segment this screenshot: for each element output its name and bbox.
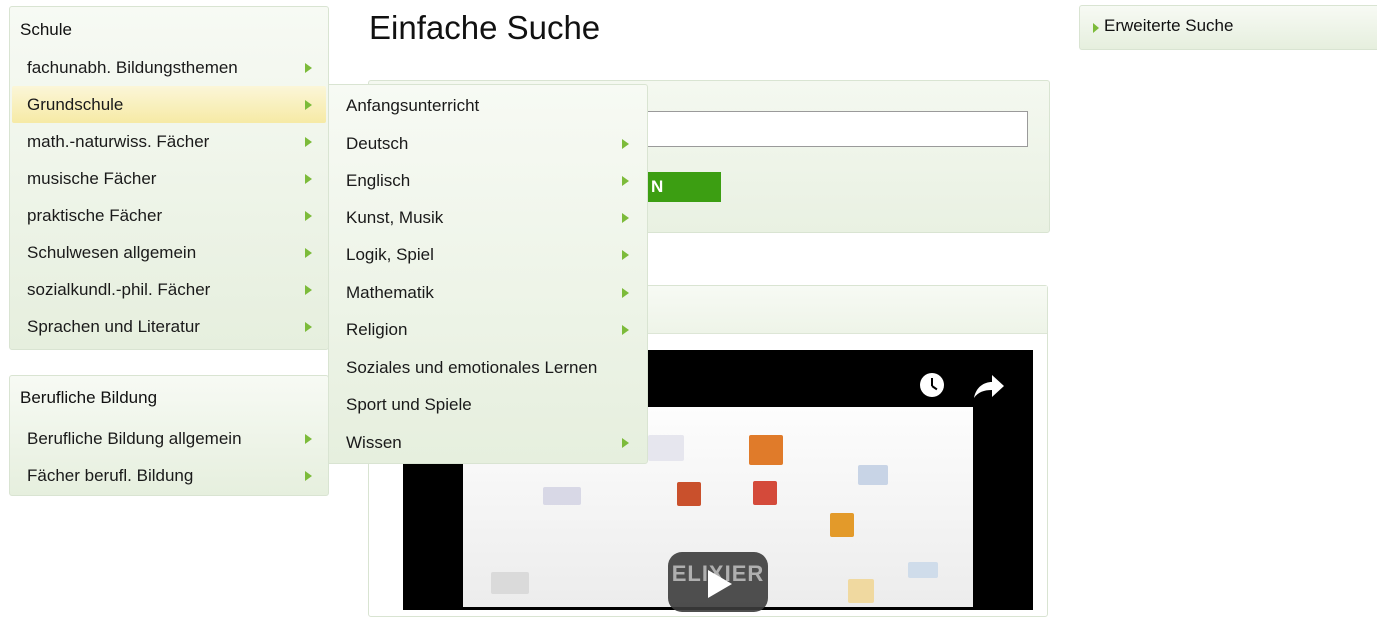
submenu-item-religion[interactable]: Religion xyxy=(329,311,647,348)
submenu-item-kunst-musik[interactable]: Kunst, Musik xyxy=(329,199,647,236)
submenu-item-label: Wissen xyxy=(346,433,402,452)
menu-item-label: Berufliche Bildung allgemein xyxy=(27,429,242,448)
arrow-right-icon xyxy=(1093,23,1099,33)
search-input[interactable] xyxy=(620,111,1028,147)
menu-item-praktische[interactable]: praktische Fächer xyxy=(10,197,328,234)
arrow-right-icon xyxy=(305,62,312,73)
arrow-right-icon xyxy=(622,212,629,223)
submenu-item-label: Soziales und emotionales Lernen xyxy=(346,358,598,377)
arrow-right-icon xyxy=(622,437,629,448)
menu-item-label: musische Fächer xyxy=(27,169,157,188)
menu-item-label: math.-naturwiss. Fächer xyxy=(27,132,210,151)
arrow-right-icon xyxy=(622,175,629,186)
submenu-item-label: Sport und Spiele xyxy=(346,395,472,414)
arrow-right-icon xyxy=(305,173,312,184)
advanced-search-link[interactable]: Erweiterte Suche xyxy=(1079,5,1377,50)
berufliche-panel: Berufliche Bildung Berufliche Bildung al… xyxy=(9,375,329,496)
arrow-right-icon xyxy=(622,287,629,298)
arrow-right-icon xyxy=(305,210,312,221)
submenu-item-anfangsunterricht[interactable]: Anfangsunterricht xyxy=(329,87,647,124)
menu-item-label: Fächer berufl. Bildung xyxy=(27,466,194,485)
menu-item-schulwesen[interactable]: Schulwesen allgemein xyxy=(10,234,328,271)
menu-item-musische[interactable]: musische Fächer xyxy=(10,160,328,197)
clock-icon[interactable] xyxy=(920,373,944,397)
play-icon xyxy=(708,570,732,598)
page-title: Einfache Suche xyxy=(369,9,601,46)
arrow-right-icon xyxy=(305,321,312,332)
submenu-item-logik-spiel[interactable]: Logik, Spiel xyxy=(329,236,647,273)
thumbnail-tile xyxy=(491,572,529,594)
thumbnail-tile xyxy=(908,562,938,578)
thumbnail-tile xyxy=(677,482,701,506)
menu-item-label: praktische Fächer xyxy=(27,206,163,225)
schule-title: Schule xyxy=(20,20,72,39)
submenu-item-label: Anfangsunterricht xyxy=(346,96,480,115)
submenu-item-label: Mathematik xyxy=(346,283,434,302)
submenu-item-mathematik[interactable]: Mathematik xyxy=(329,274,647,311)
arrow-right-icon xyxy=(622,138,629,149)
schule-panel: Schule fachunabh. Bildungsthemen Grundsc… xyxy=(9,6,329,350)
submenu-item-label: Deutsch xyxy=(346,134,409,153)
advanced-search-label: Erweiterte Suche xyxy=(1104,16,1234,35)
play-button[interactable]: ELIXIER xyxy=(668,552,768,612)
menu-item-grundschule[interactable]: Grundschule xyxy=(12,86,326,123)
submenu-item-sport-spiele[interactable]: Sport und Spiele xyxy=(329,386,647,423)
arrow-right-icon xyxy=(305,136,312,147)
menu-item-berufliche-allgemein[interactable]: Berufliche Bildung allgemein xyxy=(10,420,328,457)
menu-item-label: fachunabh. Bildungsthemen xyxy=(27,58,238,77)
arrow-right-icon xyxy=(622,249,629,260)
thumbnail-tile xyxy=(749,435,783,465)
menu-item-label: Grundschule xyxy=(27,95,124,114)
thumbnail-tile xyxy=(648,435,684,461)
submenu-item-wissen[interactable]: Wissen xyxy=(329,424,647,461)
submenu-item-soziales-lernen[interactable]: Soziales und emotionales Lernen xyxy=(329,349,647,386)
menu-item-label: sozialkundl.-phil. Fächer xyxy=(27,280,211,299)
thumbnail-tile xyxy=(858,465,888,485)
menu-item-math-naturwiss[interactable]: math.-naturwiss. Fächer xyxy=(10,123,328,160)
submenu-item-label: Logik, Spiel xyxy=(346,245,434,264)
arrow-right-icon xyxy=(622,324,629,335)
menu-item-label: Sprachen und Literatur xyxy=(27,317,200,336)
menu-item-sozialkundl[interactable]: sozialkundl.-phil. Fächer xyxy=(10,271,328,308)
thumbnail-tile xyxy=(753,481,777,505)
search-button[interactable]: N xyxy=(645,172,721,202)
menu-item-label: Schulwesen allgemein xyxy=(27,243,197,262)
arrow-right-icon xyxy=(305,99,312,110)
share-icon[interactable] xyxy=(970,371,1006,401)
submenu-item-deutsch[interactable]: Deutsch xyxy=(329,125,647,162)
submenu-item-label: Englisch xyxy=(346,171,411,190)
submenu-item-englisch[interactable]: Englisch xyxy=(329,162,647,199)
arrow-right-icon xyxy=(305,284,312,295)
grundschule-submenu: Anfangsunterricht Deutsch Englisch Kunst… xyxy=(328,84,648,464)
submenu-item-label: Kunst, Musik xyxy=(346,208,444,227)
submenu-item-label: Religion xyxy=(346,320,408,339)
menu-item-sprachen[interactable]: Sprachen und Literatur xyxy=(10,308,328,345)
menu-item-faecher-berufl[interactable]: Fächer berufl. Bildung xyxy=(10,457,328,494)
berufliche-title: Berufliche Bildung xyxy=(20,388,158,407)
thumbnail-tile xyxy=(848,579,874,603)
menu-item-fachunabh[interactable]: fachunabh. Bildungsthemen xyxy=(10,49,328,86)
arrow-right-icon xyxy=(305,470,312,481)
arrow-right-icon xyxy=(305,247,312,258)
arrow-right-icon xyxy=(305,433,312,444)
thumbnail-tile xyxy=(830,513,854,537)
thumbnail-tile xyxy=(543,487,581,505)
